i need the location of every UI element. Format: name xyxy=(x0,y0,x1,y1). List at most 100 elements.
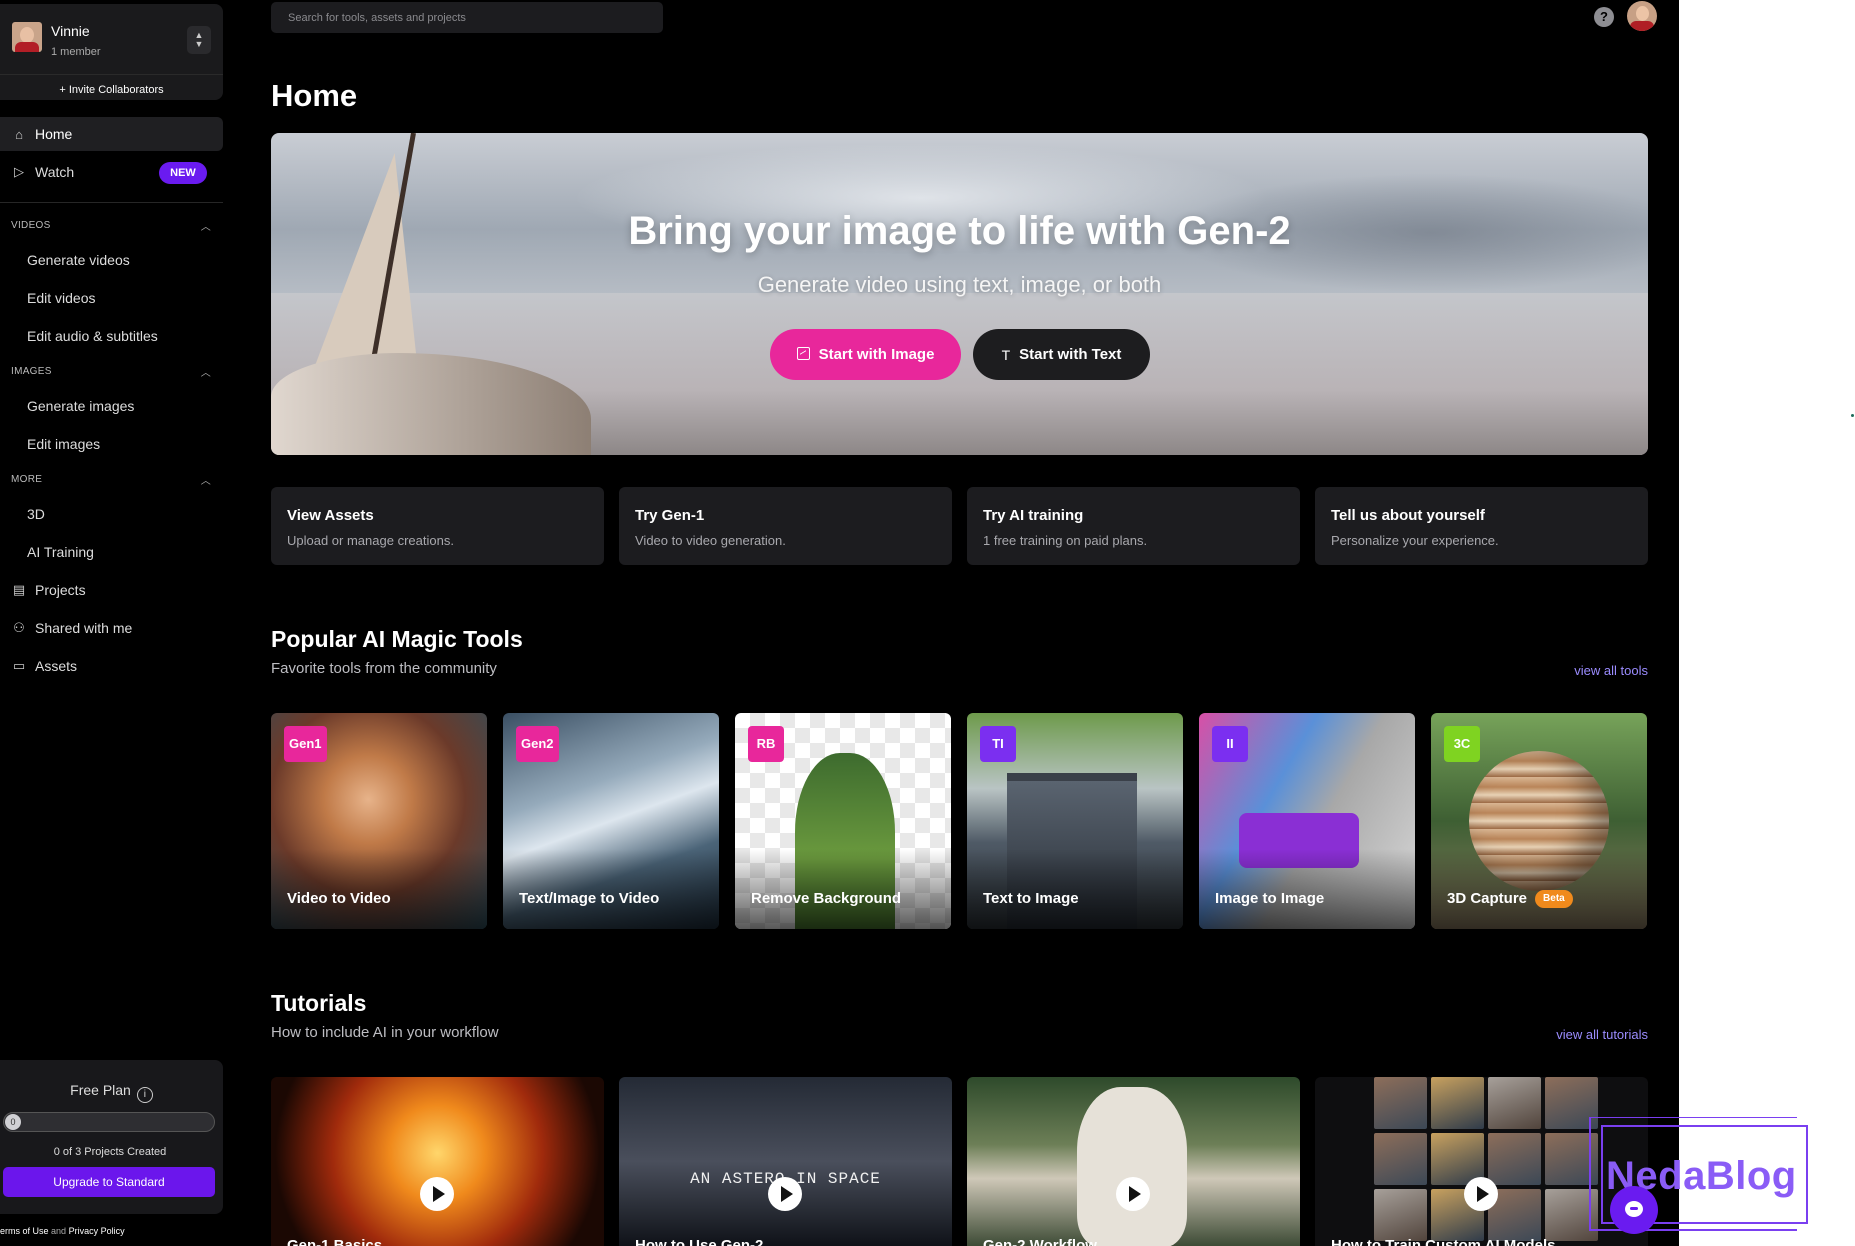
tool-name: Text/Image to Video xyxy=(519,890,660,907)
sidebar-item-3d[interactable]: 3D xyxy=(27,506,45,522)
beta-badge: Beta xyxy=(1535,890,1573,908)
tool-badge: Gen1 xyxy=(284,726,327,762)
tool-badge: 3C xyxy=(1444,726,1480,762)
tutorial-card-how-to-use-gen2[interactable]: AN ASTERO IN SPACE How to Use Gen-2 xyxy=(619,1077,952,1246)
team-name: Vinnie xyxy=(51,23,90,39)
play-icon[interactable] xyxy=(1116,1177,1150,1211)
play-outline-icon: ▷ xyxy=(14,164,24,179)
view-all-tools-link[interactable]: view all tools xyxy=(1574,663,1648,678)
tool-badge: RB xyxy=(748,726,784,762)
text-icon: T xyxy=(1001,346,1011,363)
sidebar-item-ai-training[interactable]: AI Training xyxy=(27,544,94,560)
quick-card-subtitle: 1 free training on paid plans. xyxy=(983,533,1148,548)
tool-card-image-to-image[interactable]: II Image to Image xyxy=(1199,713,1415,929)
section-title: VIDEOS xyxy=(11,220,51,231)
help-icon[interactable]: ? xyxy=(1594,7,1614,27)
search-bar[interactable] xyxy=(271,2,663,33)
play-icon[interactable] xyxy=(768,1177,802,1211)
hero-banner: Bring your image to life with Gen-2 Gene… xyxy=(271,133,1648,455)
tool-name-text: 3D Capture xyxy=(1447,890,1528,907)
sidebar-item-label: Home xyxy=(35,126,73,142)
sidebar-item-watch[interactable]: ▷ Watch NEW xyxy=(0,155,223,189)
tool-name: Text to Image xyxy=(983,890,1079,907)
chevron-up-icon: ︿ xyxy=(200,476,211,487)
privacy-link[interactable]: Privacy Policy xyxy=(69,1226,125,1236)
sidebar-item-shared-with-me[interactable]: ⚇ Shared with me xyxy=(0,611,223,645)
quick-card-tell-us[interactable]: Tell us about yourself Personalize your … xyxy=(1315,487,1648,565)
sidebar-item-edit-videos[interactable]: Edit videos xyxy=(27,290,95,306)
quick-card-view-assets[interactable]: View Assets Upload or manage creations. xyxy=(271,487,604,565)
tutorial-caption: Gen-2 Workflow xyxy=(983,1237,1097,1246)
sidebar: Vinnie 1 member ▲ ▼ + Invite Collaborator… xyxy=(0,0,223,1246)
quick-card-subtitle: Upload or manage creations. xyxy=(287,533,454,548)
quick-card-title: Try AI training xyxy=(983,507,1084,524)
info-icon[interactable]: i xyxy=(136,1087,153,1103)
plan-card: Free Plan i 0 0 of 3 Projects Created Upg… xyxy=(0,1060,223,1214)
sidebar-item-edit-audio-subtitles[interactable]: Edit audio & subtitles xyxy=(27,328,158,344)
search-input[interactable] xyxy=(271,2,663,33)
image-icon xyxy=(796,346,810,363)
projects-progress-bar: 0 xyxy=(3,1112,215,1132)
tutorial-caption: How to Use Gen-2 xyxy=(635,1237,764,1246)
chevron-up-icon: ︿ xyxy=(200,368,211,379)
quick-card-try-ai-training[interactable]: Try AI training 1 free training on paid … xyxy=(967,487,1300,565)
hero-subtitle: Generate video using text, image, or bot… xyxy=(757,272,1162,297)
sidebar-item-projects[interactable]: ▤ Projects xyxy=(0,573,223,607)
tutorials-section-title: Tutorials xyxy=(271,990,367,1016)
quick-card-subtitle: Video to video generation. xyxy=(635,533,786,548)
section-toggle-videos[interactable]: VIDEOS ︿ xyxy=(11,220,211,233)
legal-links: erms of Use and Privacy Policy xyxy=(0,1226,125,1236)
tool-name: Remove Background xyxy=(751,890,902,907)
sidebar-item-edit-images[interactable]: Edit images xyxy=(27,436,100,452)
tools-section-subtitle: Favorite tools from the community xyxy=(271,660,497,677)
tutorial-card-gen2-workflow[interactable]: Gen-2 Workflow xyxy=(967,1077,1300,1246)
play-icon[interactable] xyxy=(420,1177,454,1211)
sidebar-item-home[interactable]: ⌂ Home xyxy=(0,117,223,151)
tutorial-card-gen1-basics[interactable]: Gen-1 Basics xyxy=(271,1077,604,1246)
home-icon: ⌂ xyxy=(15,126,23,142)
start-with-text-button[interactable]: T Start with Text xyxy=(973,329,1150,380)
tool-card-remove-background[interactable]: RB Remove Background xyxy=(735,713,951,929)
view-all-tutorials-link[interactable]: view all tutorials xyxy=(1556,1027,1648,1042)
app-window: Vinnie 1 member ▲ ▼ + Invite Collaborator… xyxy=(0,0,1679,1246)
upgrade-button[interactable]: Upgrade to Standard xyxy=(3,1167,215,1197)
tool-name: 3D Capture Beta xyxy=(1447,890,1573,908)
section-title: MORE xyxy=(11,474,43,485)
plan-title-text: Free Plan xyxy=(70,1082,131,1098)
sidebar-item-label: Watch xyxy=(35,164,75,180)
projects-count: 0 of 3 Projects Created xyxy=(53,1146,167,1158)
tool-badge: TI xyxy=(980,726,1016,762)
sidebar-item-label: Assets xyxy=(35,658,78,674)
tool-badge: Gen2 xyxy=(516,726,559,762)
avatar[interactable] xyxy=(1627,1,1657,31)
sidebar-item-generate-images[interactable]: Generate images xyxy=(27,398,134,414)
terms-link[interactable]: erms of Use xyxy=(0,1226,49,1236)
tutorial-caption: Gen-1 Basics xyxy=(287,1237,383,1246)
sidebar-item-assets[interactable]: ▭ Assets xyxy=(0,649,223,683)
tool-card-3d-capture[interactable]: 3C 3D Capture Beta xyxy=(1431,713,1647,929)
tools-section-title: Popular AI Magic Tools xyxy=(271,626,523,652)
team-avatar xyxy=(12,22,42,52)
quick-card-title: View Assets xyxy=(287,507,374,524)
sidebar-divider xyxy=(0,202,223,203)
start-with-image-button[interactable]: Start with Image xyxy=(770,329,961,380)
updown-chevron-icon[interactable]: ▲ ▼ xyxy=(187,26,211,54)
page-title: Home xyxy=(271,78,358,113)
section-toggle-more[interactable]: MORE ︿ xyxy=(11,474,211,487)
section-toggle-images[interactable]: IMAGES ︿ xyxy=(11,366,211,379)
sidebar-item-generate-videos[interactable]: Generate videos xyxy=(27,252,130,268)
team-member-count: 1 member xyxy=(51,46,101,58)
quick-card-try-gen1[interactable]: Try Gen-1 Video to video generation. xyxy=(619,487,952,565)
tool-card-video-to-video[interactable]: Gen1 Video to Video xyxy=(271,713,487,929)
invite-collaborators-button[interactable]: + Invite Collaborators xyxy=(0,74,223,104)
legal-and: and xyxy=(51,1226,67,1236)
tool-name: Image to Image xyxy=(1215,890,1325,907)
team-switcher[interactable]: Vinnie 1 member ▲ ▼ + Invite Collaborator… xyxy=(0,4,223,100)
chevron-up-icon: ︿ xyxy=(200,222,211,233)
tool-card-text-image-to-video[interactable]: Gen2 Text/Image to Video xyxy=(503,713,719,929)
play-icon[interactable] xyxy=(1464,1177,1498,1211)
chat-button[interactable] xyxy=(1610,1186,1658,1234)
button-label: Start with Text xyxy=(1019,346,1122,363)
tool-card-text-to-image[interactable]: TI Text to Image xyxy=(967,713,1183,929)
quick-card-title: Tell us about yourself xyxy=(1331,507,1485,524)
